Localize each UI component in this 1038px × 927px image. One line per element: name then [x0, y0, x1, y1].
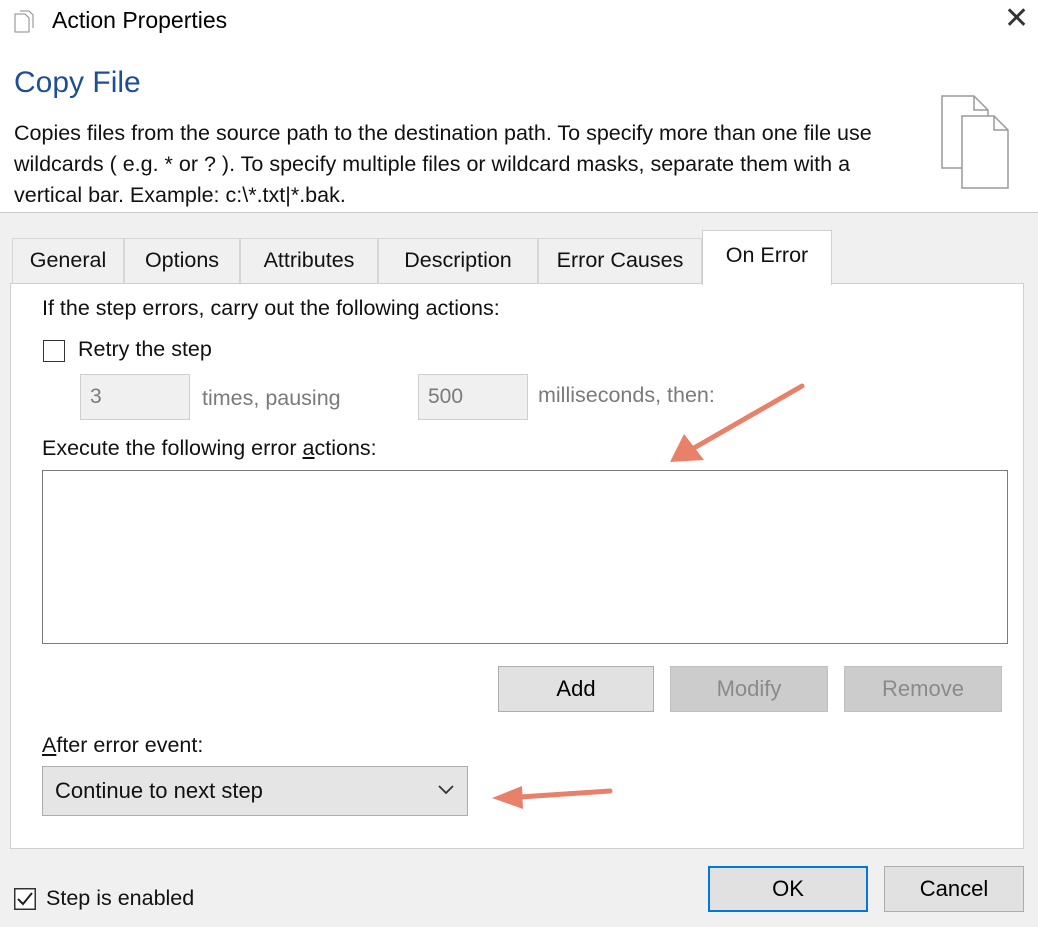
tab-error-causes[interactable]: Error Causes	[538, 238, 702, 283]
after-error-value: Continue to next step	[55, 778, 263, 803]
tab-on-error[interactable]: On Error	[702, 230, 832, 285]
tab-options[interactable]: Options	[124, 238, 240, 283]
tab-general[interactable]: General	[12, 238, 124, 283]
action-description: Copies files from the source path to the…	[14, 121, 872, 207]
tab-description[interactable]: Description	[378, 238, 538, 283]
retry-times-input[interactable]: 3	[80, 374, 190, 420]
add-button[interactable]: Add	[498, 666, 654, 712]
error-actions-label: Execute the following error actions:	[42, 436, 377, 460]
annotation-arrow	[670, 383, 805, 462]
close-icon[interactable]: ✕	[1004, 4, 1029, 34]
after-error-select[interactable]: Continue to next step	[42, 766, 468, 816]
copy-file-icon	[941, 95, 1009, 189]
modify-button[interactable]: Modify	[670, 666, 828, 712]
after-error-label: After error event:	[42, 733, 204, 757]
chevron-down-icon	[438, 785, 454, 795]
cancel-button[interactable]: Cancel	[884, 866, 1024, 912]
action-name: Copy File	[14, 66, 141, 99]
window-title: Action Properties	[52, 7, 228, 33]
copy-file-small-icon	[14, 10, 34, 33]
step-enabled-label: Step is enabled	[46, 886, 195, 910]
tab-attributes[interactable]: Attributes	[240, 238, 378, 283]
ok-button[interactable]: OK	[708, 866, 868, 912]
remove-button[interactable]: Remove	[844, 666, 1002, 712]
pause-ms-input[interactable]: 500	[418, 374, 528, 420]
step-enabled-checkbox[interactable]	[14, 888, 36, 910]
times-label: times, pausing	[202, 386, 341, 410]
annotation-arrow	[492, 786, 613, 809]
error-actions-list[interactable]	[42, 470, 1008, 644]
retry-checkbox[interactable]	[43, 340, 65, 362]
retry-label: Retry the step	[78, 337, 212, 361]
on-error-intro: If the step errors, carry out the follow…	[42, 296, 500, 320]
